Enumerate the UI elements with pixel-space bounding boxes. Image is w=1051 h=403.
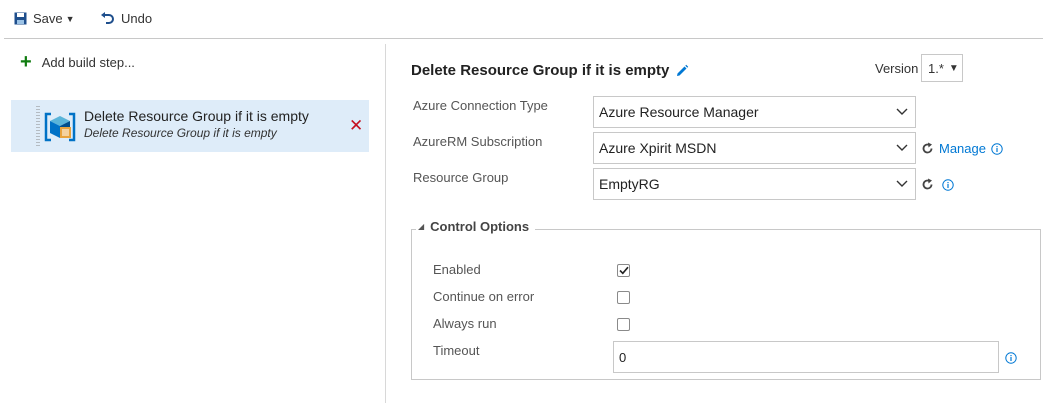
timeout-label: Timeout [433, 343, 480, 358]
undo-icon [100, 11, 115, 26]
manage-subscriptions-link[interactable]: Manage [921, 141, 1003, 156]
continue-on-error-checkbox[interactable] [617, 291, 630, 304]
control-options-toggle[interactable]: ◢ Control Options [416, 219, 536, 234]
pencil-icon[interactable] [675, 64, 689, 78]
always-run-checkbox[interactable] [617, 318, 630, 331]
undo-button[interactable]: Undo [100, 11, 152, 26]
always-run-label: Always run [433, 316, 497, 331]
drag-handle[interactable] [36, 106, 40, 146]
undo-label: Undo [121, 11, 153, 26]
build-step-item[interactable]: Delete Resource Group if it is empty Del… [11, 100, 369, 152]
chevron-down-icon [889, 180, 915, 188]
add-build-step-button[interactable]: + Add build step... [20, 51, 135, 73]
build-step-description: Delete Resource Group if it is empty [84, 126, 277, 140]
task-title-text: Delete Resource Group if it is empty [411, 62, 670, 79]
info-icon[interactable] [942, 179, 954, 191]
timeout-input[interactable] [613, 341, 999, 373]
build-step-name: Delete Resource Group if it is empty [84, 108, 309, 124]
subscription-value: Azure Xpirit MSDN [599, 140, 717, 156]
continue-on-error-label: Continue on error [433, 289, 535, 304]
azure-task-icon [43, 110, 77, 144]
chevron-down-icon [889, 144, 915, 152]
connection-type-label: Azure Connection Type [413, 98, 548, 113]
toolbar-divider [4, 38, 1043, 39]
save-button[interactable]: Save ▼ [14, 11, 75, 26]
subscription-select[interactable]: Azure Xpirit MSDN [593, 132, 916, 164]
toolbar: Save ▼ Undo [0, 0, 1051, 39]
plus-icon: + [20, 51, 32, 73]
version-value: 1.* [928, 60, 944, 76]
version-label: Version [875, 61, 919, 76]
resource-group-label: Resource Group [413, 170, 509, 185]
task-title: Delete Resource Group if it is empty [411, 62, 689, 79]
refresh-icon[interactable] [921, 178, 934, 191]
pane-divider[interactable] [385, 44, 386, 403]
info-icon[interactable] [991, 142, 1003, 155]
caret-down-icon: ▼ [948, 62, 959, 74]
refresh-icon[interactable] [921, 142, 934, 155]
subscription-label: AzureRM Subscription [413, 134, 543, 149]
save-dropdown-caret-icon[interactable]: ▼ [66, 14, 75, 24]
enabled-checkbox[interactable] [617, 264, 630, 277]
save-label: Save [33, 11, 63, 26]
add-build-step-label: Add build step... [41, 54, 135, 70]
collapse-triangle-icon: ◢ [418, 222, 425, 231]
remove-icon[interactable]: ✕ [349, 116, 363, 136]
resource-group-select[interactable]: EmptyRG [593, 168, 916, 200]
resource-group-value: EmptyRG [599, 176, 660, 192]
enabled-label: Enabled [433, 262, 481, 277]
version-select[interactable]: 1.* ▼ [921, 54, 963, 82]
manage-label: Manage [939, 141, 986, 156]
control-options-title: Control Options [430, 219, 530, 234]
connection-type-select[interactable]: Azure Resource Manager [593, 96, 916, 128]
connection-type-value: Azure Resource Manager [599, 104, 759, 120]
save-icon [14, 12, 27, 25]
chevron-down-icon [889, 108, 915, 116]
info-icon[interactable] [1005, 352, 1017, 364]
checkmark-icon [618, 266, 629, 275]
